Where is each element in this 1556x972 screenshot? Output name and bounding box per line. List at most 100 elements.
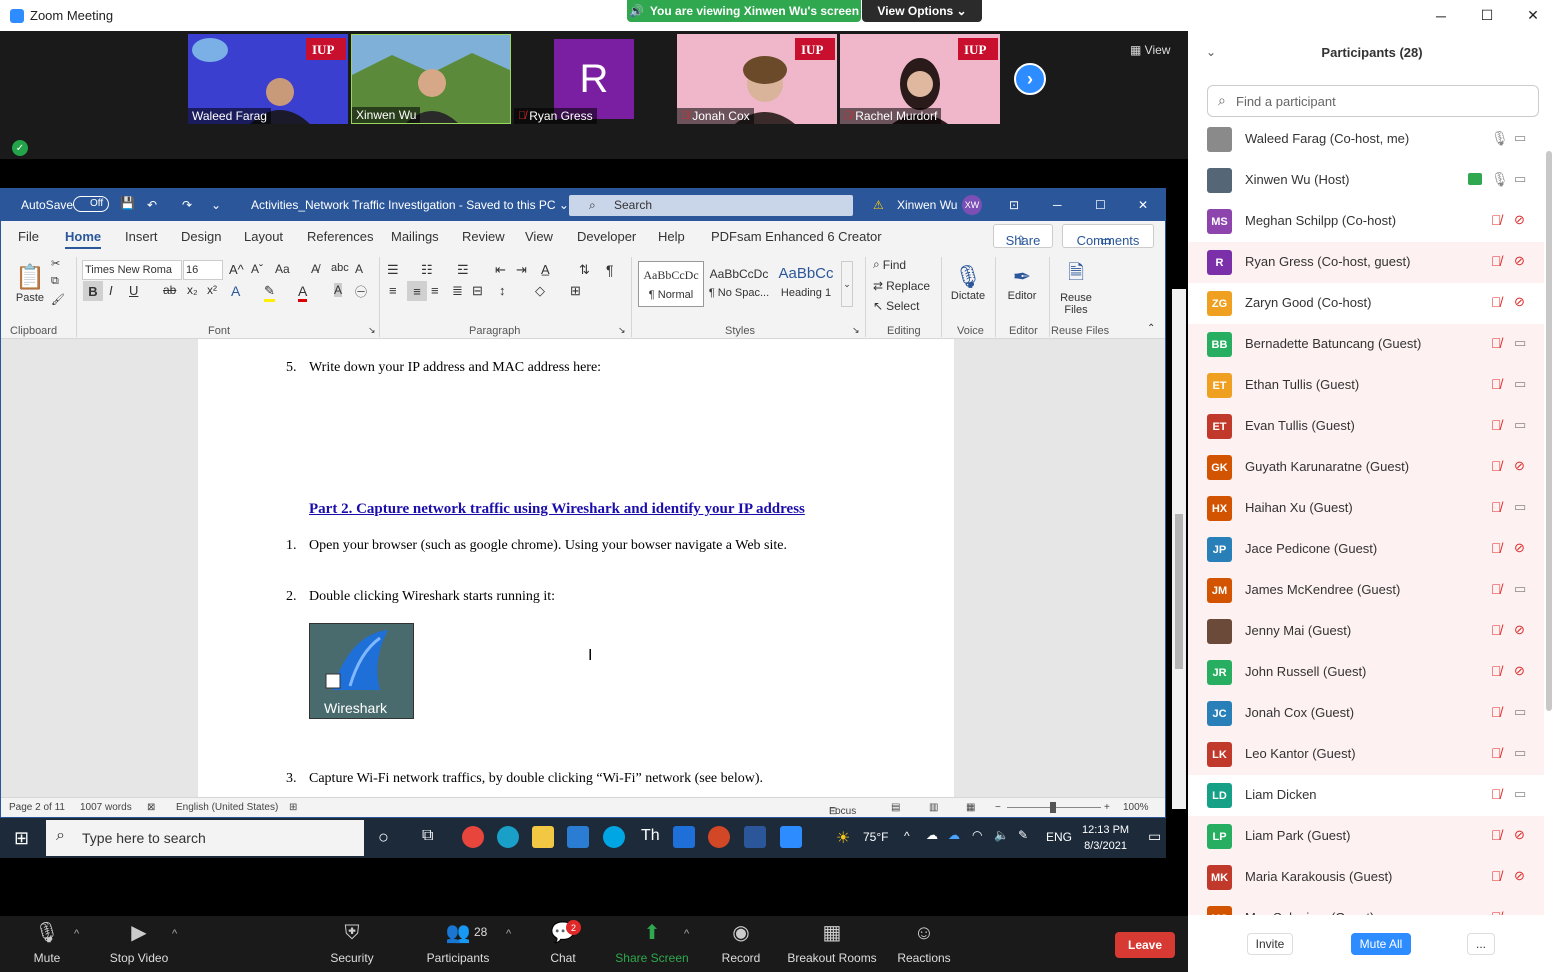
sort-icon[interactable]: ⇅ <box>579 262 590 278</box>
participant-row[interactable]: JP Jace Pedicone (Guest) 🎙̸ ⊘ <box>1188 529 1544 570</box>
muted-mic-icon[interactable]: 🎙̸ <box>1491 335 1502 351</box>
save-icon[interactable]: 💾 <box>120 196 135 210</box>
video-camera-icon[interactable]: ▭ <box>1514 581 1526 597</box>
font-dialog-launcher-icon[interactable]: ↘ <box>368 325 376 336</box>
participant-row[interactable]: HX Haihan Xu (Guest) 🎙̸ ▭ <box>1188 488 1544 529</box>
participant-row[interactable]: Jenny Mai (Guest) 🎙̸ ⊘ <box>1188 611 1544 652</box>
mute-all-button[interactable]: Mute All <box>1351 933 1411 955</box>
participant-row[interactable]: Waleed Farag (Co-host, me) 🎙 ▭ <box>1188 119 1544 160</box>
record-button[interactable]: ◉ Record <box>716 916 766 972</box>
participant-row[interactable]: MSMax Salagiver (Guest)🎙̸▭ <box>1188 898 1544 915</box>
mic-icon[interactable]: 🎙 <box>1491 130 1509 147</box>
muted-mic-icon[interactable]: 🎙̸ <box>1491 212 1502 228</box>
video-off-icon[interactable]: ⊘ <box>1514 253 1525 269</box>
file-explorer-icon[interactable] <box>532 826 554 848</box>
minimize-button[interactable]: ─ <box>1418 0 1464 31</box>
muted-mic-icon[interactable]: 🎙̸ <box>1491 622 1502 638</box>
view-layout-button[interactable]: ▦ View <box>1130 43 1170 57</box>
share-options-chevron-icon[interactable]: ^ <box>684 928 689 940</box>
style-no-spacing[interactable]: AaBbCcDc ¶ No Spac... <box>706 261 772 307</box>
tray-chevron-icon[interactable]: ^ <box>904 829 910 843</box>
shared-screen-scrollbar[interactable] <box>1172 289 1186 809</box>
participant-row[interactable]: BB Bernadette Batuncang (Guest) 🎙̸ ▭ <box>1188 324 1544 365</box>
editor-button[interactable]: ✒ Editor <box>1001 257 1043 309</box>
stop-video-button[interactable]: ▶ Stop Video <box>104 916 174 972</box>
tab-references[interactable]: References <box>307 229 373 244</box>
scrollbar-thumb[interactable] <box>1175 514 1183 669</box>
video-camera-icon[interactable]: ▭ <box>1514 417 1526 433</box>
muted-mic-icon[interactable]: 🎙̸ <box>1491 499 1502 515</box>
redo-icon[interactable]: ↷ <box>182 198 192 212</box>
replace-button[interactable]: ⇄ Replace <box>873 279 930 293</box>
proofing-icon[interactable]: ⊠ <box>147 802 155 813</box>
numbering-icon[interactable]: ☷ <box>421 262 433 278</box>
styles-dialog-launcher-icon[interactable]: ↘ <box>852 325 860 336</box>
edge-icon[interactable] <box>497 826 519 848</box>
tab-layout[interactable]: Layout <box>244 229 283 244</box>
typora-icon[interactable]: Th <box>641 827 660 845</box>
cut-icon[interactable]: ✂ <box>51 257 60 270</box>
participants-chevron-icon[interactable]: ^ <box>506 928 511 940</box>
phonetic-guide-icon[interactable]: abc <box>331 262 349 274</box>
participant-row[interactable]: Xinwen Wu (Host) 🎙 ▭ <box>1188 160 1544 201</box>
participant-row[interactable]: MS Meghan Schilpp (Co-host) 🎙̸ ⊘ <box>1188 201 1544 242</box>
wireshark-taskbar-icon[interactable] <box>673 826 695 848</box>
muted-mic-icon[interactable]: 🎙̸ <box>1491 540 1502 556</box>
decrease-indent-icon[interactable]: ⇤ <box>495 262 506 278</box>
subscript-icon[interactable]: x₂ <box>187 283 198 297</box>
participant-row[interactable]: ET Ethan Tullis (Guest) 🎙̸ ▭ <box>1188 365 1544 406</box>
tab-developer[interactable]: Developer <box>577 229 636 244</box>
document-page[interactable]: 5. Write down your IP address and MAC ad… <box>198 339 954 797</box>
tab-review[interactable]: Review <box>462 229 505 244</box>
chrome-icon[interactable] <box>462 826 484 848</box>
asian-layout-icon[interactable]: A̲ <box>541 262 550 277</box>
zoom-taskbar-icon[interactable] <box>780 826 802 848</box>
page-count[interactable]: Page 2 of 11 <box>9 802 65 813</box>
strikethrough-icon[interactable]: ab <box>163 283 176 297</box>
reuse-files-button[interactable]: 🗎 Reuse Files <box>1055 257 1097 317</box>
print-layout-icon[interactable]: ▥ <box>929 802 938 813</box>
zoom-slider-thumb[interactable] <box>1050 802 1056 813</box>
wifi-icon[interactable]: ◠ <box>972 828 982 842</box>
muted-mic-icon[interactable]: 🎙̸ <box>1491 417 1502 433</box>
security-button[interactable]: ⛨ Security <box>324 916 380 972</box>
encryption-shield-icon[interactable]: ✓ <box>12 140 28 156</box>
video-off-icon[interactable]: ⊘ <box>1514 868 1525 884</box>
video-camera-icon[interactable]: ▭ <box>1514 171 1526 187</box>
wireshark-shortcut-image[interactable]: Wireshark <box>309 623 414 719</box>
muted-mic-icon[interactable]: 🎙̸ <box>1491 663 1502 679</box>
tab-design[interactable]: Design <box>181 229 221 244</box>
onedrive-icon[interactable]: ☁ <box>926 828 938 842</box>
taskbar-search[interactable]: ⌕ Type here to search <box>46 820 364 856</box>
highlight-icon[interactable]: ✎ <box>264 283 275 302</box>
weather-temp[interactable]: 75°F <box>863 830 888 844</box>
font-color-icon[interactable]: A <box>298 283 308 302</box>
muted-mic-icon[interactable]: 🎙̸ <box>1491 376 1502 392</box>
weather-icon[interactable]: ☀ <box>836 828 850 848</box>
web-layout-icon[interactable]: ▦ <box>966 802 975 813</box>
video-camera-icon[interactable]: ▭ <box>1514 335 1526 351</box>
styles-scroll-icon[interactable]: ⌄ <box>841 261 853 307</box>
zoom-out-icon[interactable]: − <box>995 802 1001 813</box>
muted-mic-icon[interactable]: 🎙̸ <box>1491 786 1502 802</box>
video-camera-icon[interactable]: ▭ <box>1514 745 1526 761</box>
tab-help[interactable]: Help <box>658 229 685 244</box>
participant-row[interactable]: JC Jonah Cox (Guest) 🎙̸ ▭ <box>1188 693 1544 734</box>
task-view-icon[interactable]: ⧉ <box>422 827 433 845</box>
reactions-button[interactable]: ☺ Reactions <box>894 916 954 972</box>
volume-icon[interactable]: 🔈 <box>994 828 1009 842</box>
muted-mic-icon[interactable]: 🎙̸ <box>1491 581 1502 597</box>
powerpoint-icon[interactable] <box>708 826 730 848</box>
borders-icon[interactable]: ⊞ <box>570 283 581 299</box>
system-clock[interactable]: 12:13 PM 8/3/2021 <box>1082 822 1129 854</box>
character-shading-icon[interactable]: A <box>334 283 343 297</box>
notifications-icon[interactable]: ▭ <box>1148 828 1161 845</box>
video-tile-jonah[interactable]: IUP 🎙̸ Jonah Cox <box>677 34 837 124</box>
video-off-icon[interactable]: ⊘ <box>1514 458 1525 474</box>
video-tile-ryan[interactable]: R 🎙̸ Ryan Gress <box>514 34 674 124</box>
comments-button[interactable]: ▭ Comments <box>1062 224 1154 248</box>
participant-row[interactable]: JR John Russell (Guest) 🎙̸ ⊘ <box>1188 652 1544 693</box>
style-normal[interactable]: AaBbCcDc ¶ Normal <box>638 261 704 307</box>
autosave-toggle[interactable]: Off <box>73 196 109 212</box>
participant-list-scrollbar[interactable] <box>1546 151 1552 711</box>
